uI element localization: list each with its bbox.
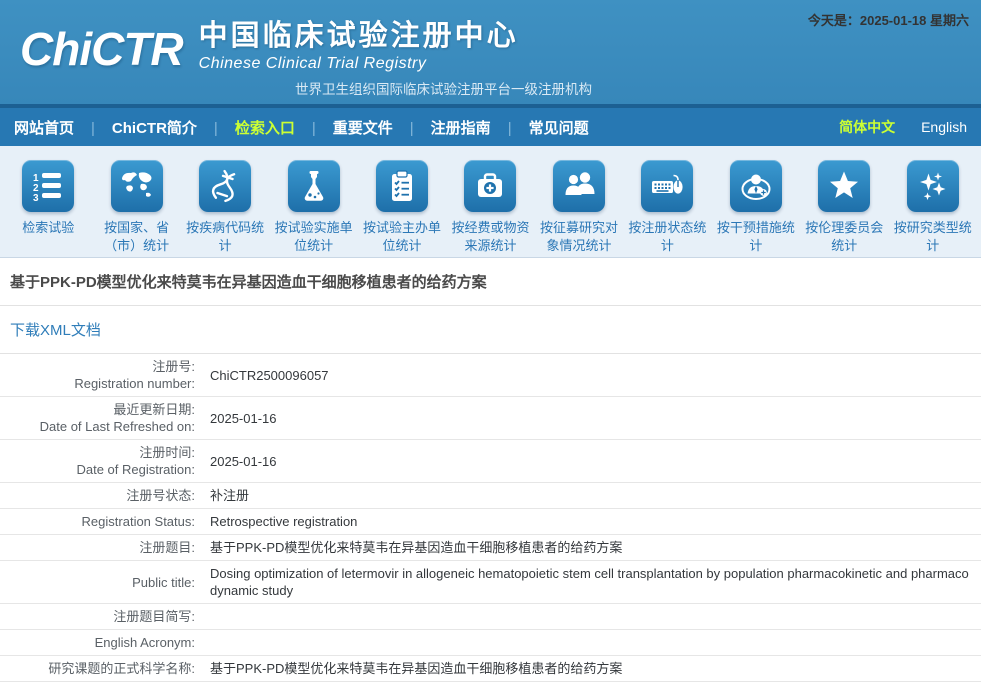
toolbar-item-label: 按研究类型统计: [889, 219, 977, 255]
row-label: 注册号: Registration number:: [0, 354, 203, 396]
toolbar-item-label: 按国家、省（市）统计: [92, 219, 180, 255]
toolbar-item[interactable]: 按经费或物资来源统计: [446, 160, 534, 255]
row-value: 基于PPK-PD模型优化来特莫韦在异基因造血干细胞移植患者的给药方案: [203, 535, 981, 560]
main-nav: 网站首页 ChiCTR简介 检索入口 重要文件 注册指南 常见问题 简体中文 E…: [0, 104, 981, 146]
site-title-zh: 中国临床试验注册中心: [199, 18, 519, 54]
toolbar-item-label: 按注册状态统计: [623, 219, 711, 255]
nav-list: 网站首页 ChiCTR简介 检索入口 重要文件 注册指南 常见问题: [14, 117, 589, 138]
brand-titles: 中国临床试验注册中心 Chinese Clinical Trial Regist…: [199, 16, 519, 73]
row-value: 基于PPK-PD模型优化来特莫韦在异基因造血干细胞移植患者的给药方案: [203, 656, 981, 681]
toolbar-item-label: 按经费或物资来源统计: [446, 219, 534, 255]
star-icon: [818, 160, 870, 212]
row-label: 注册号状态:: [0, 483, 203, 508]
row-value: [203, 639, 981, 647]
toolbar-item[interactable]: 按注册状态统计: [623, 160, 711, 255]
toolbar-item[interactable]: 按研究类型统计: [889, 160, 977, 255]
toolbar-item[interactable]: 按试验主办单位统计: [358, 160, 446, 255]
registration-info-table: 注册号: Registration number: ChiCTR25000960…: [0, 354, 981, 682]
nav-item[interactable]: 常见问题: [491, 117, 589, 138]
table-row: 注册时间: Date of Registration: 2025-01-16: [0, 440, 981, 483]
sparkles-icon: [907, 160, 959, 212]
toolbar-item-label: 按试验主办单位统计: [358, 219, 446, 255]
world-map-icon: [111, 160, 163, 212]
download-xml-link[interactable]: 下载XML文档: [10, 322, 101, 339]
table-row: Public title: Dosing optimization of let…: [0, 561, 981, 604]
row-value: Retrospective registration: [203, 509, 981, 534]
row-label: 最近更新日期: Date of Last Refreshed on:: [0, 397, 203, 439]
row-label: English Acronym:: [0, 630, 203, 655]
toolbar-item-label: 按征募研究对象情况统计: [535, 219, 623, 255]
nav-item[interactable]: 重要文件: [295, 117, 393, 138]
toolbar-item[interactable]: 123 检索试验: [4, 160, 92, 237]
table-row: Registration Status: Retrospective regis…: [0, 509, 981, 535]
trial-page-title: 基于PPK-PD模型优化来特莫韦在异基因造血干细胞移植患者的给药方案: [0, 258, 981, 306]
site-brand[interactable]: ChiCTR 中国临床试验注册中心 Chinese Clinical Trial…: [20, 16, 519, 82]
clipboard-icon: [376, 160, 428, 212]
toolbar-item-label: 按伦理委员会统计: [800, 219, 888, 255]
numbered-list-icon: 123: [22, 160, 74, 212]
lang-simplified-chinese-link[interactable]: 简体中文: [839, 117, 895, 137]
lang-english-link[interactable]: English: [921, 119, 967, 135]
toolbar-item[interactable]: 按征募研究对象情况统计: [535, 160, 623, 255]
row-label: 注册题目简写:: [0, 604, 203, 629]
row-value: [203, 613, 981, 621]
svg-text:3: 3: [33, 193, 39, 204]
chictr-logo: ChiCTR: [20, 16, 183, 82]
row-label: Public title:: [0, 570, 203, 595]
download-row: 下载XML文档: [0, 306, 981, 354]
row-value: 补注册: [203, 483, 981, 508]
site-title-en: Chinese Clinical Trial Registry: [199, 55, 519, 73]
toolbar-item[interactable]: 按试验实施单位统计: [269, 160, 357, 255]
people-group-icon: [553, 160, 605, 212]
table-row: 研究课题的正式科学名称: 基于PPK-PD模型优化来特莫韦在异基因造血干细胞移植…: [0, 656, 981, 682]
language-switcher: 简体中文 English: [839, 117, 967, 137]
doctor-icon: [730, 160, 782, 212]
nav-item[interactable]: 检索入口: [197, 117, 295, 138]
table-row: 注册题目简写:: [0, 604, 981, 630]
toolbar-item-label: 按试验实施单位统计: [269, 219, 357, 255]
nav-item[interactable]: 注册指南: [393, 117, 491, 138]
toolbar-item[interactable]: 按国家、省（市）统计: [92, 160, 180, 255]
row-value: 2025-01-16: [203, 449, 981, 474]
toolbar-item-label: 按干预措施统计: [712, 219, 800, 255]
table-row: 注册号: Registration number: ChiCTR25000960…: [0, 354, 981, 397]
toolbar-item[interactable]: 按疾病代码统计: [181, 160, 269, 255]
table-row: 注册号状态: 补注册: [0, 483, 981, 509]
row-label: 注册时间: Date of Registration:: [0, 440, 203, 482]
keyboard-mouse-icon: [641, 160, 693, 212]
trial-detail-main: 基于PPK-PD模型优化来特莫韦在异基因造血干细胞移植患者的给药方案 下载XML…: [0, 258, 981, 682]
row-label: 注册题目:: [0, 535, 203, 560]
table-row: English Acronym:: [0, 630, 981, 656]
flask-icon: [288, 160, 340, 212]
row-label: 研究课题的正式科学名称:: [0, 656, 203, 681]
who-platform-subtitle: 世界卫生组织国际临床试验注册平台一级注册机构: [295, 78, 592, 98]
row-value: ChiCTR2500096057: [203, 363, 981, 388]
statistics-toolbar: 123 检索试验 按国家、省（市）统计 按疾病代码统计 按试验实施单位统计 按试…: [0, 146, 981, 258]
nav-item[interactable]: ChiCTR简介: [74, 117, 197, 138]
table-row: 最近更新日期: Date of Last Refreshed on: 2025-…: [0, 397, 981, 440]
site-header: 今天是：2025-01-18 星期六 ChiCTR 中国临床试验注册中心 Chi…: [0, 0, 981, 104]
row-value: 2025-01-16: [203, 406, 981, 431]
today-date: 今天是：2025-01-18 星期六: [808, 10, 969, 29]
medical-bag-icon: [464, 160, 516, 212]
row-value: Dosing optimization of letermovir in all…: [203, 561, 981, 603]
toolbar-item-label: 检索试验: [22, 219, 74, 237]
toolbar-item-label: 按疾病代码统计: [181, 219, 269, 255]
table-row: 注册题目: 基于PPK-PD模型优化来特莫韦在异基因造血干细胞移植患者的给药方案: [0, 535, 981, 561]
row-label: Registration Status:: [0, 509, 203, 534]
toolbar-item[interactable]: 按伦理委员会统计: [800, 160, 888, 255]
dna-icon: [199, 160, 251, 212]
nav-item[interactable]: 网站首页: [14, 117, 74, 138]
toolbar-item[interactable]: 按干预措施统计: [712, 160, 800, 255]
